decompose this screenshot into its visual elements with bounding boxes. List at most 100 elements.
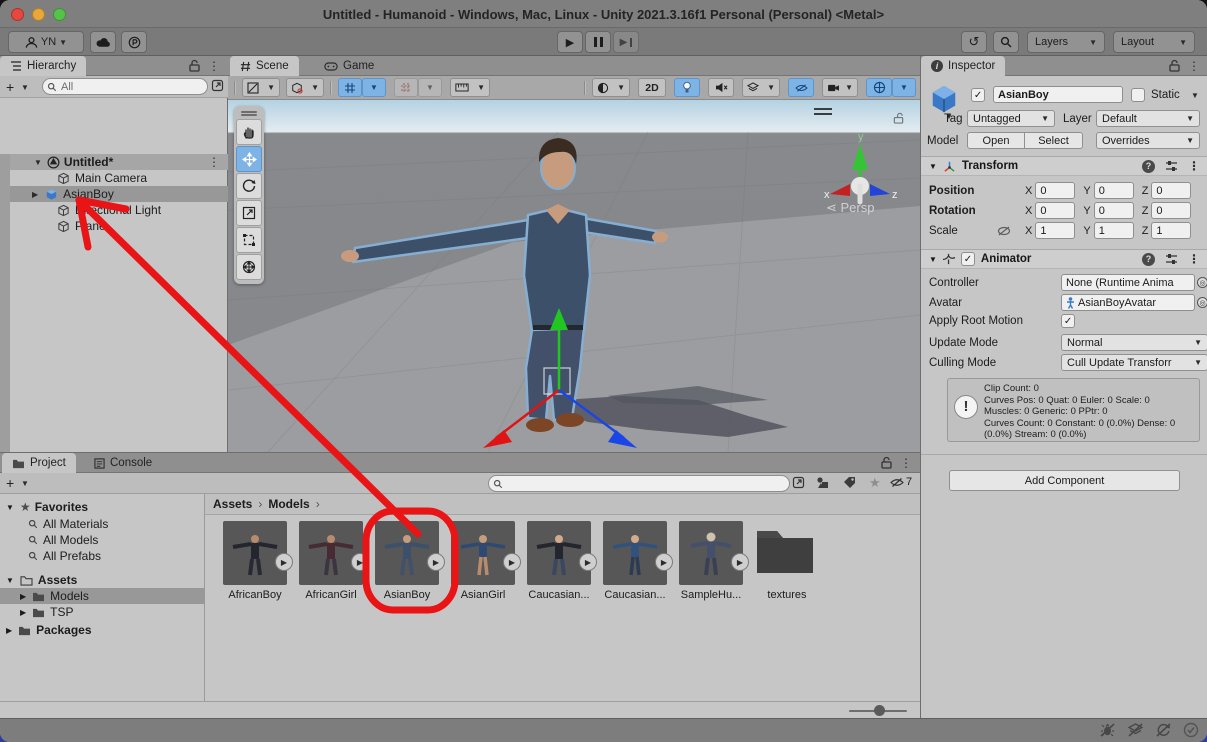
scale-z-input[interactable]: 1 bbox=[1151, 222, 1191, 239]
preview-play-icon[interactable]: ▶ bbox=[503, 553, 521, 571]
rect-tool[interactable] bbox=[236, 227, 262, 253]
tag-dropdown[interactable]: Untagged▼ bbox=[967, 110, 1055, 127]
preview-play-icon[interactable]: ▶ bbox=[655, 553, 673, 571]
tab-hierarchy[interactable]: Hierarchy bbox=[0, 56, 86, 76]
add-gameobject-button[interactable]: + bbox=[6, 79, 14, 95]
move-tool[interactable] bbox=[236, 146, 262, 172]
asset-thumb-caucasiangirl[interactable]: ▶ bbox=[603, 521, 667, 585]
breadcrumb-assets[interactable]: Assets bbox=[213, 497, 252, 511]
tree-models-row[interactable]: ▶ Models bbox=[0, 588, 205, 604]
foldout-open-icon[interactable]: ▼ bbox=[929, 255, 937, 264]
snap-options-dropdown[interactable]: ▼ bbox=[418, 78, 442, 97]
hidden-count-toggle[interactable]: 7 bbox=[890, 476, 912, 488]
asset-thumb-caucasianboy[interactable]: ▶ bbox=[527, 521, 591, 585]
layer-dropdown[interactable]: Default▼ bbox=[1096, 110, 1200, 127]
gameobject-name-field[interactable]: AsianBoy bbox=[993, 86, 1123, 103]
controller-object-field[interactable]: None (Runtime Anima bbox=[1061, 274, 1195, 291]
hierarchy-scene-row[interactable]: ▼ Untitled* ⋮ bbox=[0, 154, 228, 170]
favorite-all-prefabs[interactable]: All Prefabs bbox=[0, 548, 205, 564]
position-z-input[interactable]: 0 bbox=[1151, 182, 1191, 199]
scale-x-input[interactable]: 1 bbox=[1035, 222, 1075, 239]
rotation-y-input[interactable]: 0 bbox=[1094, 202, 1134, 219]
asset-thumb-africanboy[interactable]: ▶ bbox=[223, 521, 287, 585]
lock-icon[interactable] bbox=[893, 112, 904, 124]
draw-mode-dropdown[interactable]: ▼ bbox=[242, 78, 280, 97]
foldout-open-icon[interactable]: ▼ bbox=[34, 158, 42, 167]
component-enabled-checkbox[interactable]: ✓ bbox=[961, 252, 975, 266]
lock-icon[interactable] bbox=[1169, 59, 1180, 72]
presets-icon[interactable] bbox=[1165, 160, 1178, 172]
rotate-tool[interactable] bbox=[236, 173, 262, 199]
gizmos-toggle[interactable] bbox=[866, 78, 892, 97]
inspector-menu-kebab[interactable]: ⋮ bbox=[1188, 59, 1200, 73]
avatar-object-field[interactable]: AsianBoyAvatar bbox=[1061, 294, 1195, 311]
add-asset-button[interactable]: + bbox=[6, 475, 14, 491]
tab-inspector[interactable]: i Inspector bbox=[921, 56, 1005, 76]
tree-packages-row[interactable]: ▶ Packages bbox=[0, 622, 205, 638]
overrides-dropdown[interactable]: Overrides▼ bbox=[1096, 132, 1200, 149]
object-picker-icon[interactable]: ◎ bbox=[1197, 277, 1207, 288]
pause-button[interactable] bbox=[585, 31, 611, 53]
rotation-z-input[interactable]: 0 bbox=[1151, 202, 1191, 219]
tab-console[interactable]: Console bbox=[84, 453, 162, 473]
animator-header[interactable]: ▼ ✓ Animator ? ⋮ bbox=[921, 249, 1207, 269]
render-doodad-dropdown[interactable]: ▼ bbox=[592, 78, 630, 97]
favorite-all-models[interactable]: All Models bbox=[0, 532, 205, 548]
preview-play-icon[interactable]: ▶ bbox=[275, 553, 293, 571]
foldout-closed-icon[interactable]: ▶ bbox=[32, 190, 38, 199]
effects-dropdown[interactable]: ▼ bbox=[742, 78, 780, 97]
asset-thumb-asianboy[interactable]: ▶ bbox=[375, 521, 439, 585]
plastic-scm-button[interactable] bbox=[121, 31, 147, 53]
scale-y-input[interactable]: 1 bbox=[1094, 222, 1134, 239]
foldout-closed-icon[interactable]: ▶ bbox=[20, 608, 26, 617]
snap-toggle[interactable] bbox=[394, 78, 418, 97]
scene-lighting-toggle[interactable] bbox=[674, 78, 700, 97]
position-x-input[interactable]: 0 bbox=[1035, 182, 1075, 199]
overlay-drag-handle[interactable] bbox=[814, 108, 832, 115]
favorite-all-materials[interactable]: All Materials bbox=[0, 516, 205, 532]
step-button[interactable]: ▶ bbox=[613, 31, 639, 53]
asset-thumb-africangirl[interactable]: ▶ bbox=[299, 521, 363, 585]
active-checkbox[interactable]: ✓ bbox=[971, 88, 985, 102]
orientation-gizmo[interactable]: y x z ⋖ Persp bbox=[822, 128, 898, 224]
tree-assets-row[interactable]: ▼ Assets bbox=[0, 572, 205, 588]
transform-header[interactable]: ▼ Transform ? ⋮ bbox=[921, 156, 1207, 176]
help-icon[interactable]: ? bbox=[1142, 160, 1155, 173]
preview-play-icon[interactable]: ▶ bbox=[579, 553, 597, 571]
scene-camera-dropdown[interactable]: ▼ bbox=[822, 78, 858, 97]
hierarchy-menu-kebab[interactable]: ⋮ bbox=[208, 59, 220, 73]
undo-history-button[interactable]: ↺ bbox=[961, 31, 987, 53]
debugger-disabled-icon[interactable] bbox=[1097, 721, 1117, 739]
project-menu-kebab[interactable]: ⋮ bbox=[900, 456, 912, 470]
layout-dropdown[interactable]: Layout ▼ bbox=[1113, 31, 1195, 53]
static-flags-dropdown[interactable]: ▼ bbox=[1191, 91, 1199, 100]
hand-tool[interactable] bbox=[236, 119, 262, 145]
slider-knob[interactable] bbox=[874, 705, 885, 716]
scale-tool[interactable] bbox=[236, 200, 262, 226]
help-icon[interactable]: ? bbox=[1142, 253, 1155, 266]
asset-thumb-samplehumanoid[interactable]: ▶ bbox=[679, 521, 743, 585]
hierarchy-item-directional-light[interactable]: Directional Light bbox=[0, 202, 228, 218]
model-select-button[interactable]: Select bbox=[1025, 132, 1083, 149]
cache-server-disabled-icon[interactable] bbox=[1125, 721, 1145, 739]
foldout-open-icon[interactable]: ▼ bbox=[929, 162, 937, 171]
asset-thumb-textures-folder[interactable] bbox=[755, 523, 819, 583]
component-menu-kebab[interactable]: ⋮ bbox=[1188, 252, 1200, 266]
preview-play-icon[interactable]: ▶ bbox=[731, 553, 749, 571]
play-button[interactable]: ▶ bbox=[557, 31, 583, 53]
shading-mode-dropdown[interactable]: ▼ bbox=[286, 78, 324, 97]
breadcrumb-models[interactable]: Models bbox=[268, 497, 309, 511]
asset-thumb-asiangirl[interactable]: ▶ bbox=[451, 521, 515, 585]
hierarchy-item-asianboy[interactable]: ▶ AsianBoy bbox=[0, 186, 228, 202]
hierarchy-item-main-camera[interactable]: Main Camera bbox=[0, 170, 228, 186]
scene-viewport[interactable]: y x z ⋖ Persp bbox=[228, 100, 920, 452]
foldout-open-icon[interactable]: ▼ bbox=[6, 503, 14, 512]
chevron-down-icon[interactable]: ▼ bbox=[21, 83, 29, 92]
tree-tsp-row[interactable]: ▶ TSP bbox=[0, 604, 205, 620]
foldout-closed-icon[interactable]: ▶ bbox=[6, 626, 12, 635]
rotation-x-input[interactable]: 0 bbox=[1035, 202, 1075, 219]
component-menu-kebab[interactable]: ⋮ bbox=[1188, 159, 1200, 173]
gizmos-options-dropdown[interactable]: ▼ bbox=[892, 78, 916, 97]
increment-snap-dropdown[interactable]: ▼ bbox=[450, 78, 490, 97]
account-dropdown[interactable]: YN ▼ bbox=[8, 31, 84, 53]
